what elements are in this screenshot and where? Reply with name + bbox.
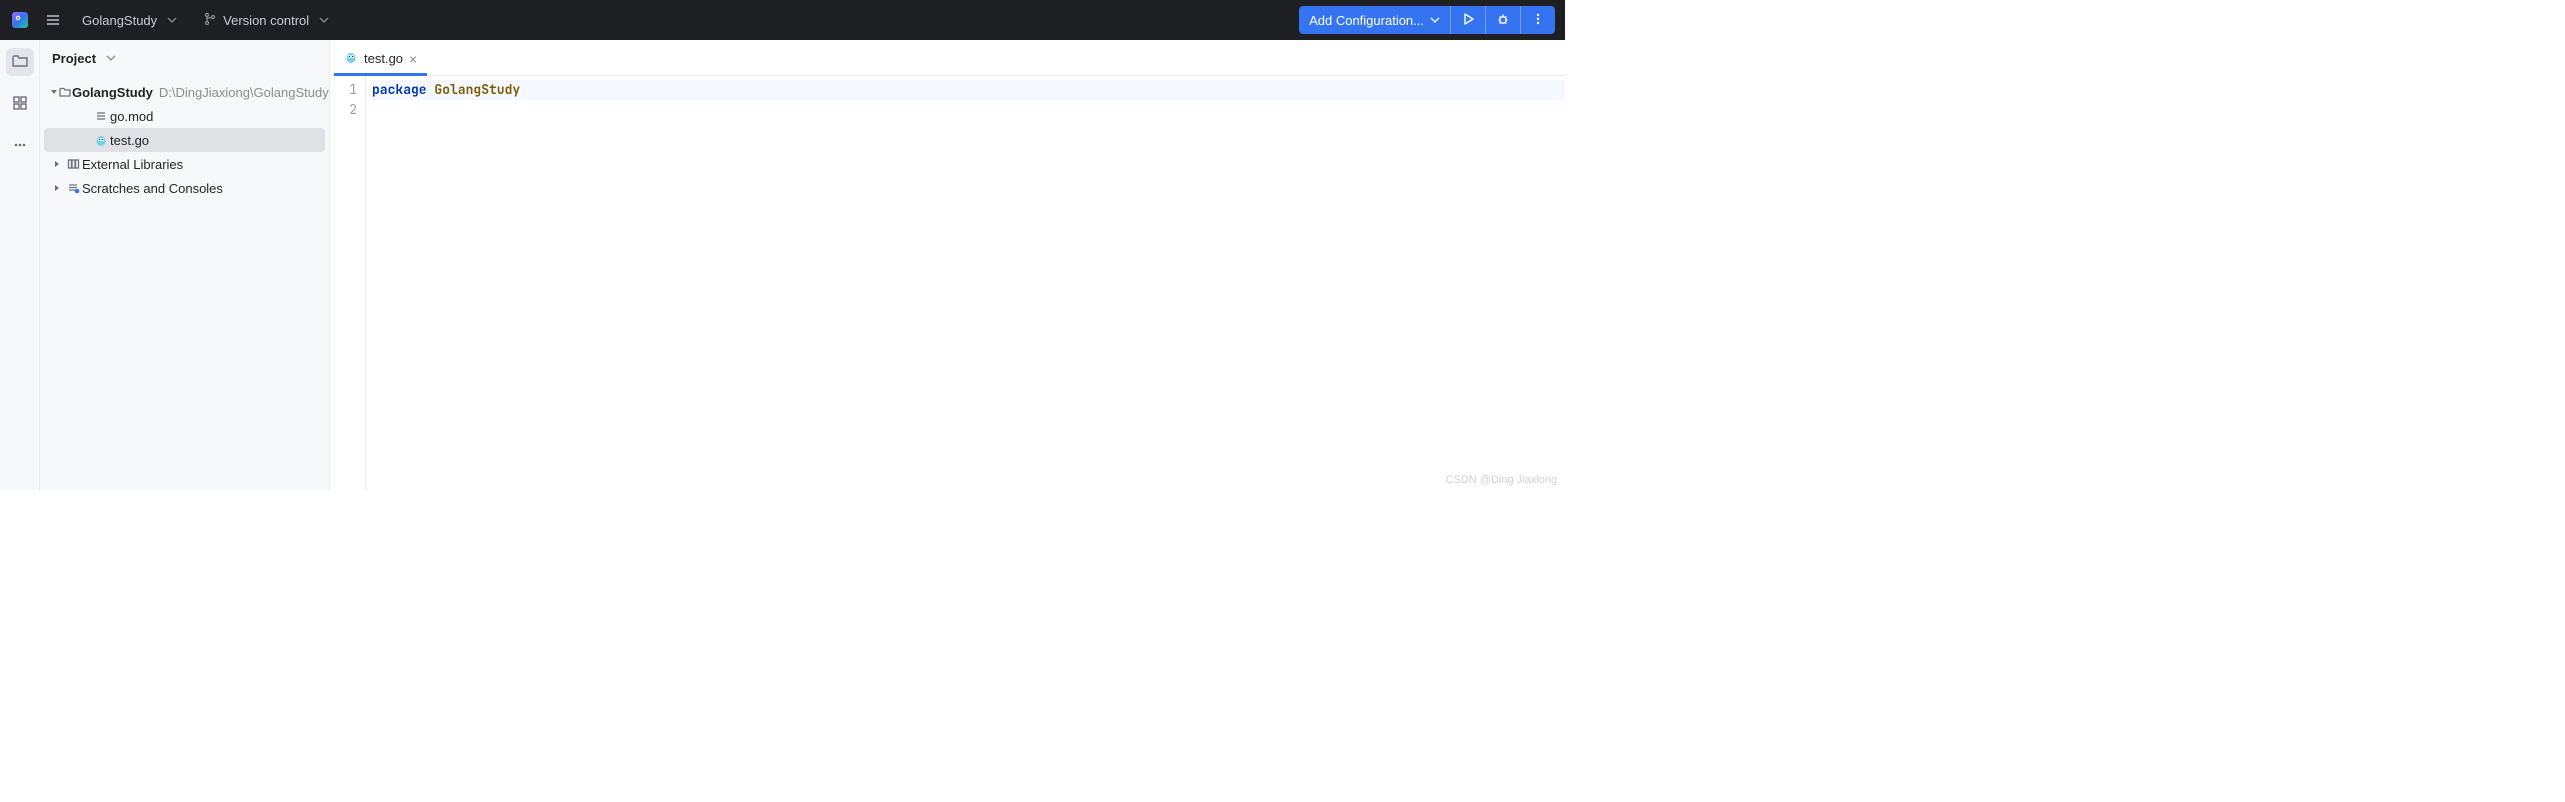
- run-toolbar: Add Configuration...: [1299, 6, 1555, 34]
- close-tab-button[interactable]: ×: [409, 51, 417, 67]
- branch-icon: [203, 12, 217, 29]
- tree-icon: [92, 109, 110, 123]
- project-tool-window: Project GolangStudyD:\DingJiaxiong\Golan…: [40, 40, 330, 490]
- tool-window-stripe: [0, 40, 40, 490]
- project-name-dropdown[interactable]: GolangStudy: [72, 9, 187, 32]
- project-view-dropdown[interactable]: Project: [40, 40, 329, 76]
- line-number: 2: [330, 100, 357, 120]
- vcs-dropdown[interactable]: Version control: [193, 8, 339, 33]
- tree-external-libraries[interactable]: External Libraries: [44, 152, 325, 176]
- chevron-down-icon: [319, 13, 329, 28]
- vcs-label: Version control: [223, 13, 309, 28]
- more-actions-button[interactable]: [1520, 6, 1555, 34]
- debug-button[interactable]: [1485, 6, 1520, 34]
- tab-label: test.go: [364, 51, 403, 66]
- kebab-icon: [1531, 12, 1545, 29]
- tree-label: Scratches and Consoles: [82, 181, 223, 196]
- gopher-icon: [344, 50, 358, 67]
- structure-icon: [12, 95, 28, 114]
- tree-file-test-go[interactable]: test.go: [44, 128, 325, 152]
- tree-scratches-and-consoles[interactable]: Scratches and Consoles: [44, 176, 325, 200]
- chevron-down-icon: [1430, 13, 1440, 28]
- editor-tabs: test.go ×: [330, 40, 1565, 76]
- tree-path: D:\DingJiaxiong\GolangStudy: [159, 85, 329, 100]
- tree-label: External Libraries: [82, 157, 183, 172]
- project-tool-button[interactable]: [6, 48, 34, 76]
- editor[interactable]: 12 package GolangStudy: [330, 76, 1565, 490]
- tree-label: test.go: [110, 133, 149, 148]
- tree-icon: [64, 181, 82, 195]
- tree-file-go-mod[interactable]: go.mod: [44, 104, 325, 128]
- play-icon: [1461, 12, 1475, 29]
- goland-logo-icon: [10, 10, 30, 30]
- run-button[interactable]: [1450, 6, 1485, 34]
- project-name-label: GolangStudy: [82, 13, 157, 28]
- editor-tab-test-go[interactable]: test.go ×: [334, 42, 427, 75]
- gutter: 12: [330, 76, 366, 490]
- tree-label: go.mod: [110, 109, 153, 124]
- code-line[interactable]: package GolangStudy: [372, 80, 1565, 100]
- tree-root[interactable]: GolangStudyD:\DingJiaxiong\GolangStudy: [44, 80, 325, 104]
- code-line[interactable]: [372, 100, 1565, 120]
- run-config-label: Add Configuration...: [1309, 13, 1424, 28]
- expand-arrow-icon: [50, 160, 64, 168]
- main-menu-button[interactable]: [40, 7, 66, 33]
- watermark: CSDN @Ding Jiaxiong: [1446, 474, 1557, 486]
- expand-arrow-icon: [50, 184, 64, 192]
- tree-icon: [58, 85, 72, 99]
- ellipsis-icon: [12, 137, 28, 156]
- title-bar: GolangStudy Version control Add Configur…: [0, 0, 1565, 40]
- project-tree: GolangStudyD:\DingJiaxiong\GolangStudygo…: [40, 76, 329, 490]
- bug-icon: [1496, 12, 1510, 29]
- run-config-dropdown[interactable]: Add Configuration...: [1299, 6, 1450, 34]
- more-tools-button[interactable]: [6, 132, 34, 160]
- chevron-down-icon: [167, 13, 177, 28]
- line-number: 1: [330, 80, 357, 100]
- code-area[interactable]: package GolangStudy: [366, 76, 1565, 490]
- editor-area: test.go × 12 package GolangStudy: [330, 40, 1565, 490]
- folder-icon: [11, 52, 29, 73]
- tree-icon: [92, 133, 110, 147]
- project-view-label: Project: [52, 51, 96, 66]
- tree-label: GolangStudy: [72, 85, 153, 100]
- chevron-down-icon: [106, 51, 116, 66]
- expand-arrow-icon: [50, 88, 58, 96]
- tree-icon: [64, 157, 82, 171]
- structure-tool-button[interactable]: [6, 90, 34, 118]
